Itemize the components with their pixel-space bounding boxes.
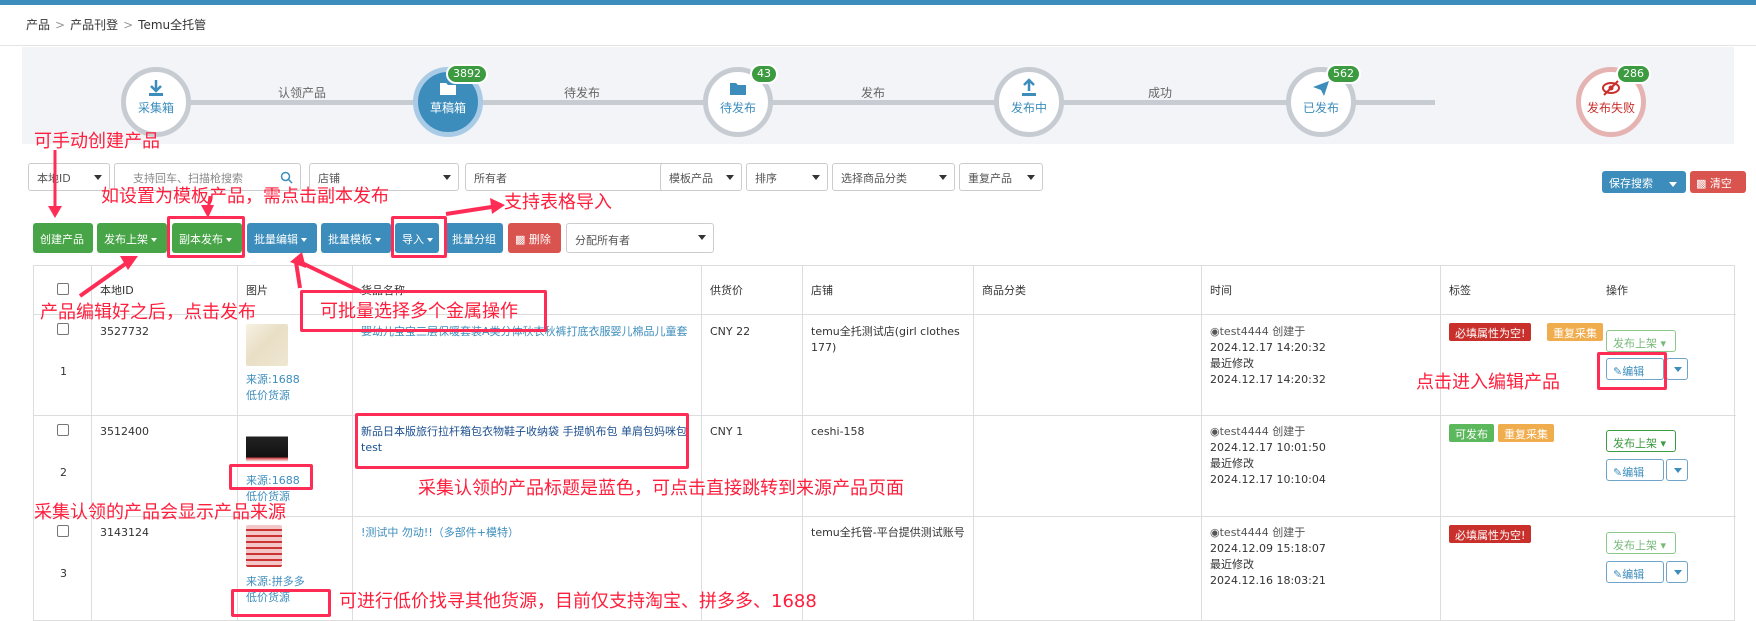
- annotation-label: 可进行低价找寻其他货源，目前仅支持淘宝、拼多多、1688: [339, 591, 817, 612]
- annotation-label: 如设置为模板产品，需点击副本发布: [101, 186, 389, 207]
- annotation-label: 支持表格导入: [504, 192, 612, 213]
- annotation-label: 采集认领的产品标题是蓝色，可点击直接跳转到来源产品页面: [418, 478, 904, 499]
- annotation-label: 点击进入编辑产品: [1416, 372, 1560, 393]
- annotation-label: 可手动创建产品: [34, 131, 160, 152]
- annotation-label: 产品编辑好之后，点击发布: [40, 302, 256, 323]
- annotation-label: 可批量选择多个金属操作: [320, 301, 518, 322]
- annotation-label: 采集认领的产品会显示产品来源: [34, 502, 286, 523]
- annotation-arrows: [48, 150, 505, 298]
